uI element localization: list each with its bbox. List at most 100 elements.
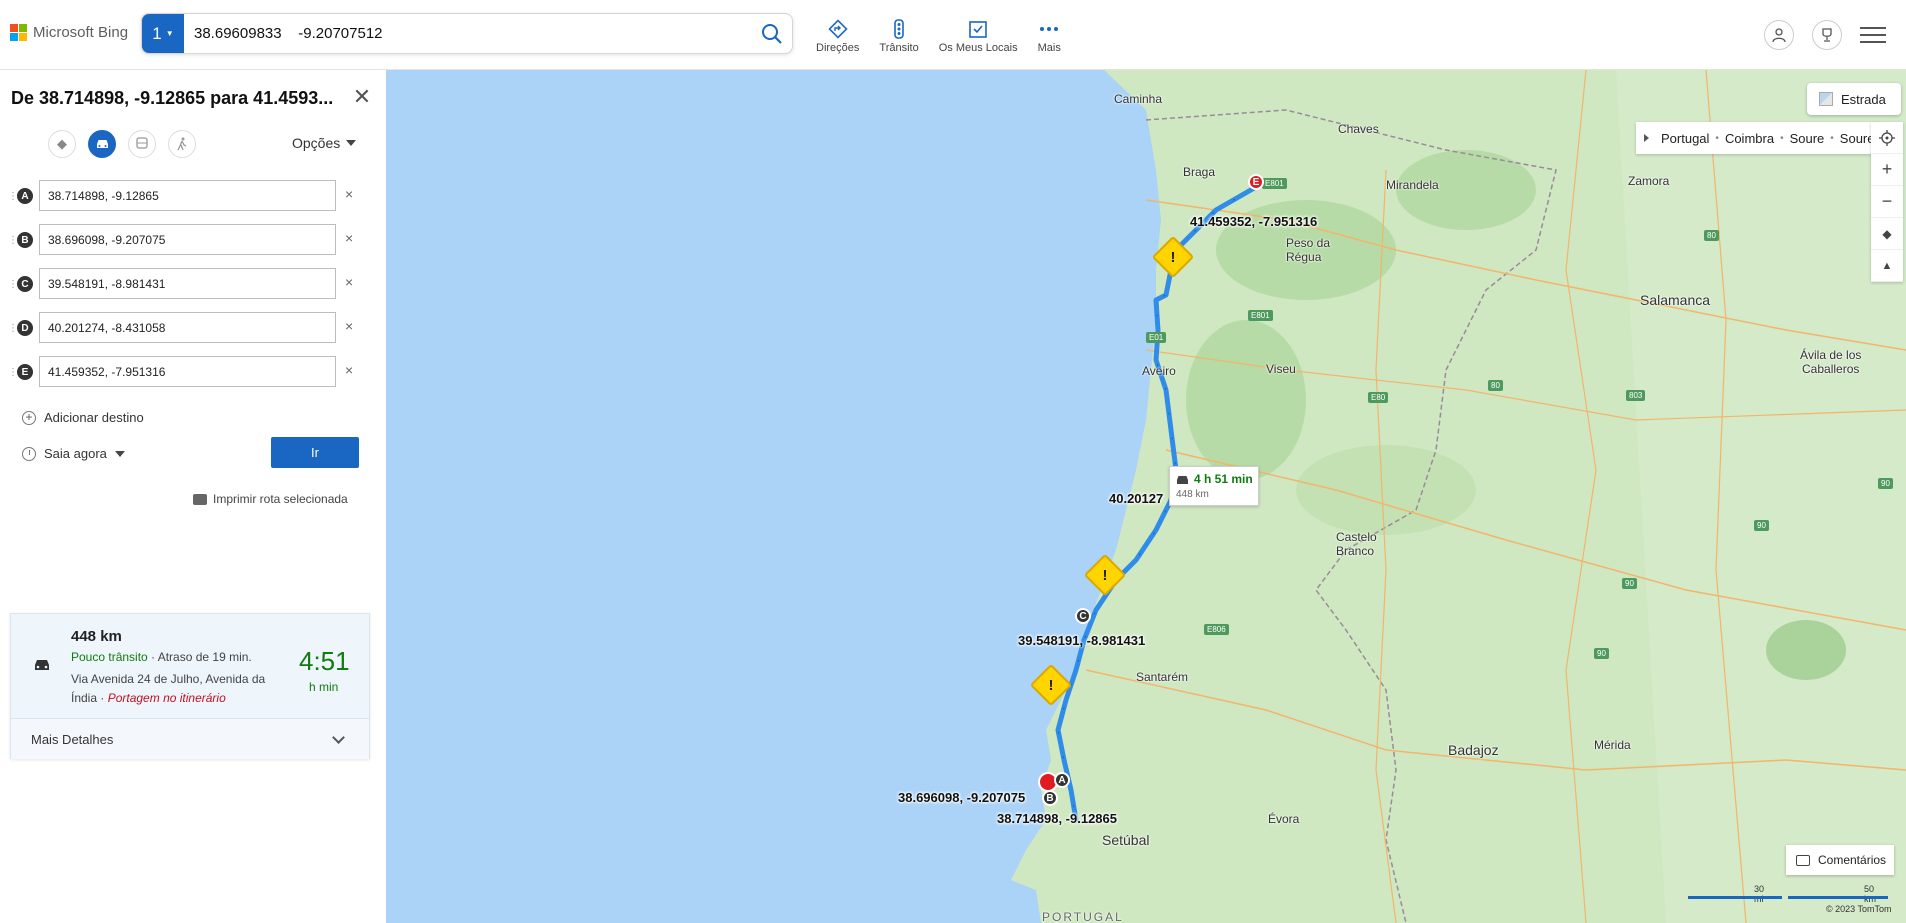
chat-bubble-icon	[1796, 854, 1810, 866]
road-badge: E801	[1262, 178, 1287, 189]
search-count-dropdown[interactable]: 1 ▼	[142, 14, 184, 53]
country-label: PORTUGAL	[1042, 910, 1124, 923]
compass-icon[interactable]: ◆	[1871, 218, 1903, 250]
bing-logo[interactable]: Microsoft Bing	[10, 24, 128, 41]
print-label: Imprimir rota selecionada	[213, 492, 348, 506]
waypoint-pin-c[interactable]: C	[1075, 608, 1091, 624]
location-breadcrumb[interactable]: Portugal • Coimbra • Soure • Soure	[1636, 122, 1880, 154]
coord-label-d: 40.20127	[1109, 491, 1164, 506]
route-time: 4:51	[299, 646, 350, 676]
remove-waypoint-icon[interactable]: ×	[345, 318, 353, 334]
more-icon	[1040, 27, 1059, 31]
go-button[interactable]: Ir	[271, 437, 359, 468]
place-label: Régua	[1286, 250, 1322, 264]
remove-waypoint-icon[interactable]: ×	[345, 362, 353, 378]
drag-handle-icon[interactable]: ⋮	[8, 323, 18, 334]
bubble-distance: 448 km	[1176, 489, 1209, 500]
more-details-button[interactable]: Mais Detalhes	[11, 718, 369, 759]
print-route-link[interactable]: Imprimir rota selecionada	[193, 492, 348, 506]
waypoint-input[interactable]	[39, 268, 336, 299]
place-label: Viseu	[1266, 362, 1296, 376]
add-destination-button[interactable]: + Adicionar destino	[22, 410, 144, 425]
locate-me-icon[interactable]	[1871, 122, 1903, 154]
scale-miles: 30 mi	[1754, 884, 1765, 904]
printer-icon	[193, 493, 207, 505]
waypoint-pin-a[interactable]: A	[1054, 772, 1070, 788]
road-badge: 90	[1594, 648, 1609, 659]
place-label: Setúbal	[1102, 832, 1150, 848]
place-label: Évora	[1268, 812, 1300, 826]
road-badge: 90	[1754, 520, 1769, 531]
expand-icon[interactable]	[1644, 134, 1649, 142]
route-summary-card[interactable]: 448 km Pouco trânsito · Atraso de 19 min…	[10, 613, 370, 759]
place-label: Peso da	[1286, 236, 1331, 250]
toll-warning: Portagem no itinerário	[107, 691, 226, 705]
place-label: Braga	[1183, 165, 1216, 179]
copyright-text: © 2023 TomTom	[1826, 904, 1892, 914]
close-icon[interactable]: ✕	[350, 84, 374, 110]
mode-car-icon[interactable]	[88, 130, 116, 158]
nav-directions[interactable]: Direções	[806, 18, 869, 54]
mode-walk-icon[interactable]	[168, 130, 196, 158]
place-label: Salamanca	[1640, 292, 1711, 308]
caret-down-icon	[346, 140, 357, 146]
feedback-label: Comentários	[1818, 853, 1887, 867]
drag-handle-icon[interactable]: ⋮	[8, 191, 18, 202]
map-controls: + − ◆ ▲	[1871, 122, 1903, 282]
traffic-icon	[894, 19, 904, 39]
nav-traffic[interactable]: Trânsito	[869, 18, 928, 54]
breadcrumb-item[interactable]: Soure	[1840, 131, 1875, 146]
directions-icon	[828, 19, 848, 39]
zoom-out-icon[interactable]: −	[1871, 186, 1903, 218]
zoom-in-icon[interactable]: +	[1871, 154, 1903, 186]
mode-transit-icon[interactable]	[128, 130, 156, 158]
breadcrumb-separator: •	[1715, 132, 1719, 144]
rewards-button[interactable]	[1812, 20, 1842, 50]
account-button[interactable]	[1764, 20, 1794, 50]
leave-now-dropdown[interactable]: Saia agora	[22, 446, 125, 461]
nav-directions-label: Direções	[816, 42, 860, 54]
map-canvas[interactable]: Caminha Chaves Braga Mirandela Zamora Pe…	[386, 70, 1906, 923]
options-dropdown[interactable]: Opções	[292, 135, 357, 151]
top-bar: Microsoft Bing 1 ▼ 38.69609833 -9.207075…	[0, 0, 1906, 70]
search-icon[interactable]	[760, 22, 784, 46]
remove-waypoint-icon[interactable]: ×	[345, 186, 353, 202]
nav-my-places-label: Os Meus Locais	[938, 42, 1018, 54]
nav-more[interactable]: Mais	[1028, 18, 1071, 54]
route-traffic-info: Pouco trânsito · Atraso de 19 min.	[71, 650, 252, 664]
waypoint-input[interactable]	[39, 356, 336, 387]
place-label: Branco	[1336, 544, 1375, 558]
road-badge: 90	[1622, 578, 1637, 589]
route-title: De 38.714898, -9.12865 para 41.4593...	[11, 88, 334, 108]
waypoint-input[interactable]	[39, 180, 336, 211]
place-label: Ávila de los	[1800, 348, 1862, 362]
nav-my-places[interactable]: Os Meus Locais	[929, 18, 1028, 54]
map-style-button[interactable]: Estrada	[1807, 83, 1901, 115]
place-label: Santarém	[1136, 670, 1189, 684]
header-actions	[1764, 20, 1886, 50]
breadcrumb-item[interactable]: Portugal	[1661, 131, 1709, 146]
waypoint-pin-e[interactable]: E	[1248, 174, 1264, 190]
waypoint-input[interactable]	[39, 224, 336, 255]
mode-directions-icon[interactable]: ◆	[48, 130, 76, 158]
breadcrumb-item[interactable]: Coimbra	[1725, 131, 1774, 146]
tilt-icon[interactable]: ▲	[1871, 250, 1903, 282]
remove-waypoint-icon[interactable]: ×	[345, 274, 353, 290]
waypoint-input[interactable]	[39, 312, 336, 343]
bubble-time: 4 h 51 min	[1194, 472, 1253, 486]
plus-circle-icon: +	[22, 410, 36, 425]
map-style-thumbnail-icon	[1819, 92, 1833, 106]
drag-handle-icon[interactable]: ⋮	[8, 367, 18, 378]
search-input[interactable]: 38.69609833 -9.20707512	[194, 25, 383, 42]
drag-handle-icon[interactable]: ⋮	[8, 235, 18, 246]
feedback-button[interactable]: Comentários	[1786, 845, 1894, 875]
route-duration-bubble[interactable]: 4 h 51 min 448 km	[1169, 466, 1259, 506]
search-box[interactable]: 1 ▼ 38.69609833 -9.20707512	[141, 13, 793, 54]
logo-text: Microsoft Bing	[33, 24, 129, 41]
remove-waypoint-icon[interactable]: ×	[345, 230, 353, 246]
coord-label-b: 38.696098, -9.207075	[898, 790, 1026, 805]
drag-handle-icon[interactable]: ⋮	[8, 279, 18, 290]
breadcrumb-item[interactable]: Soure	[1790, 131, 1825, 146]
waypoint-pin-b[interactable]: B	[1042, 790, 1058, 806]
menu-icon[interactable]	[1860, 25, 1886, 45]
